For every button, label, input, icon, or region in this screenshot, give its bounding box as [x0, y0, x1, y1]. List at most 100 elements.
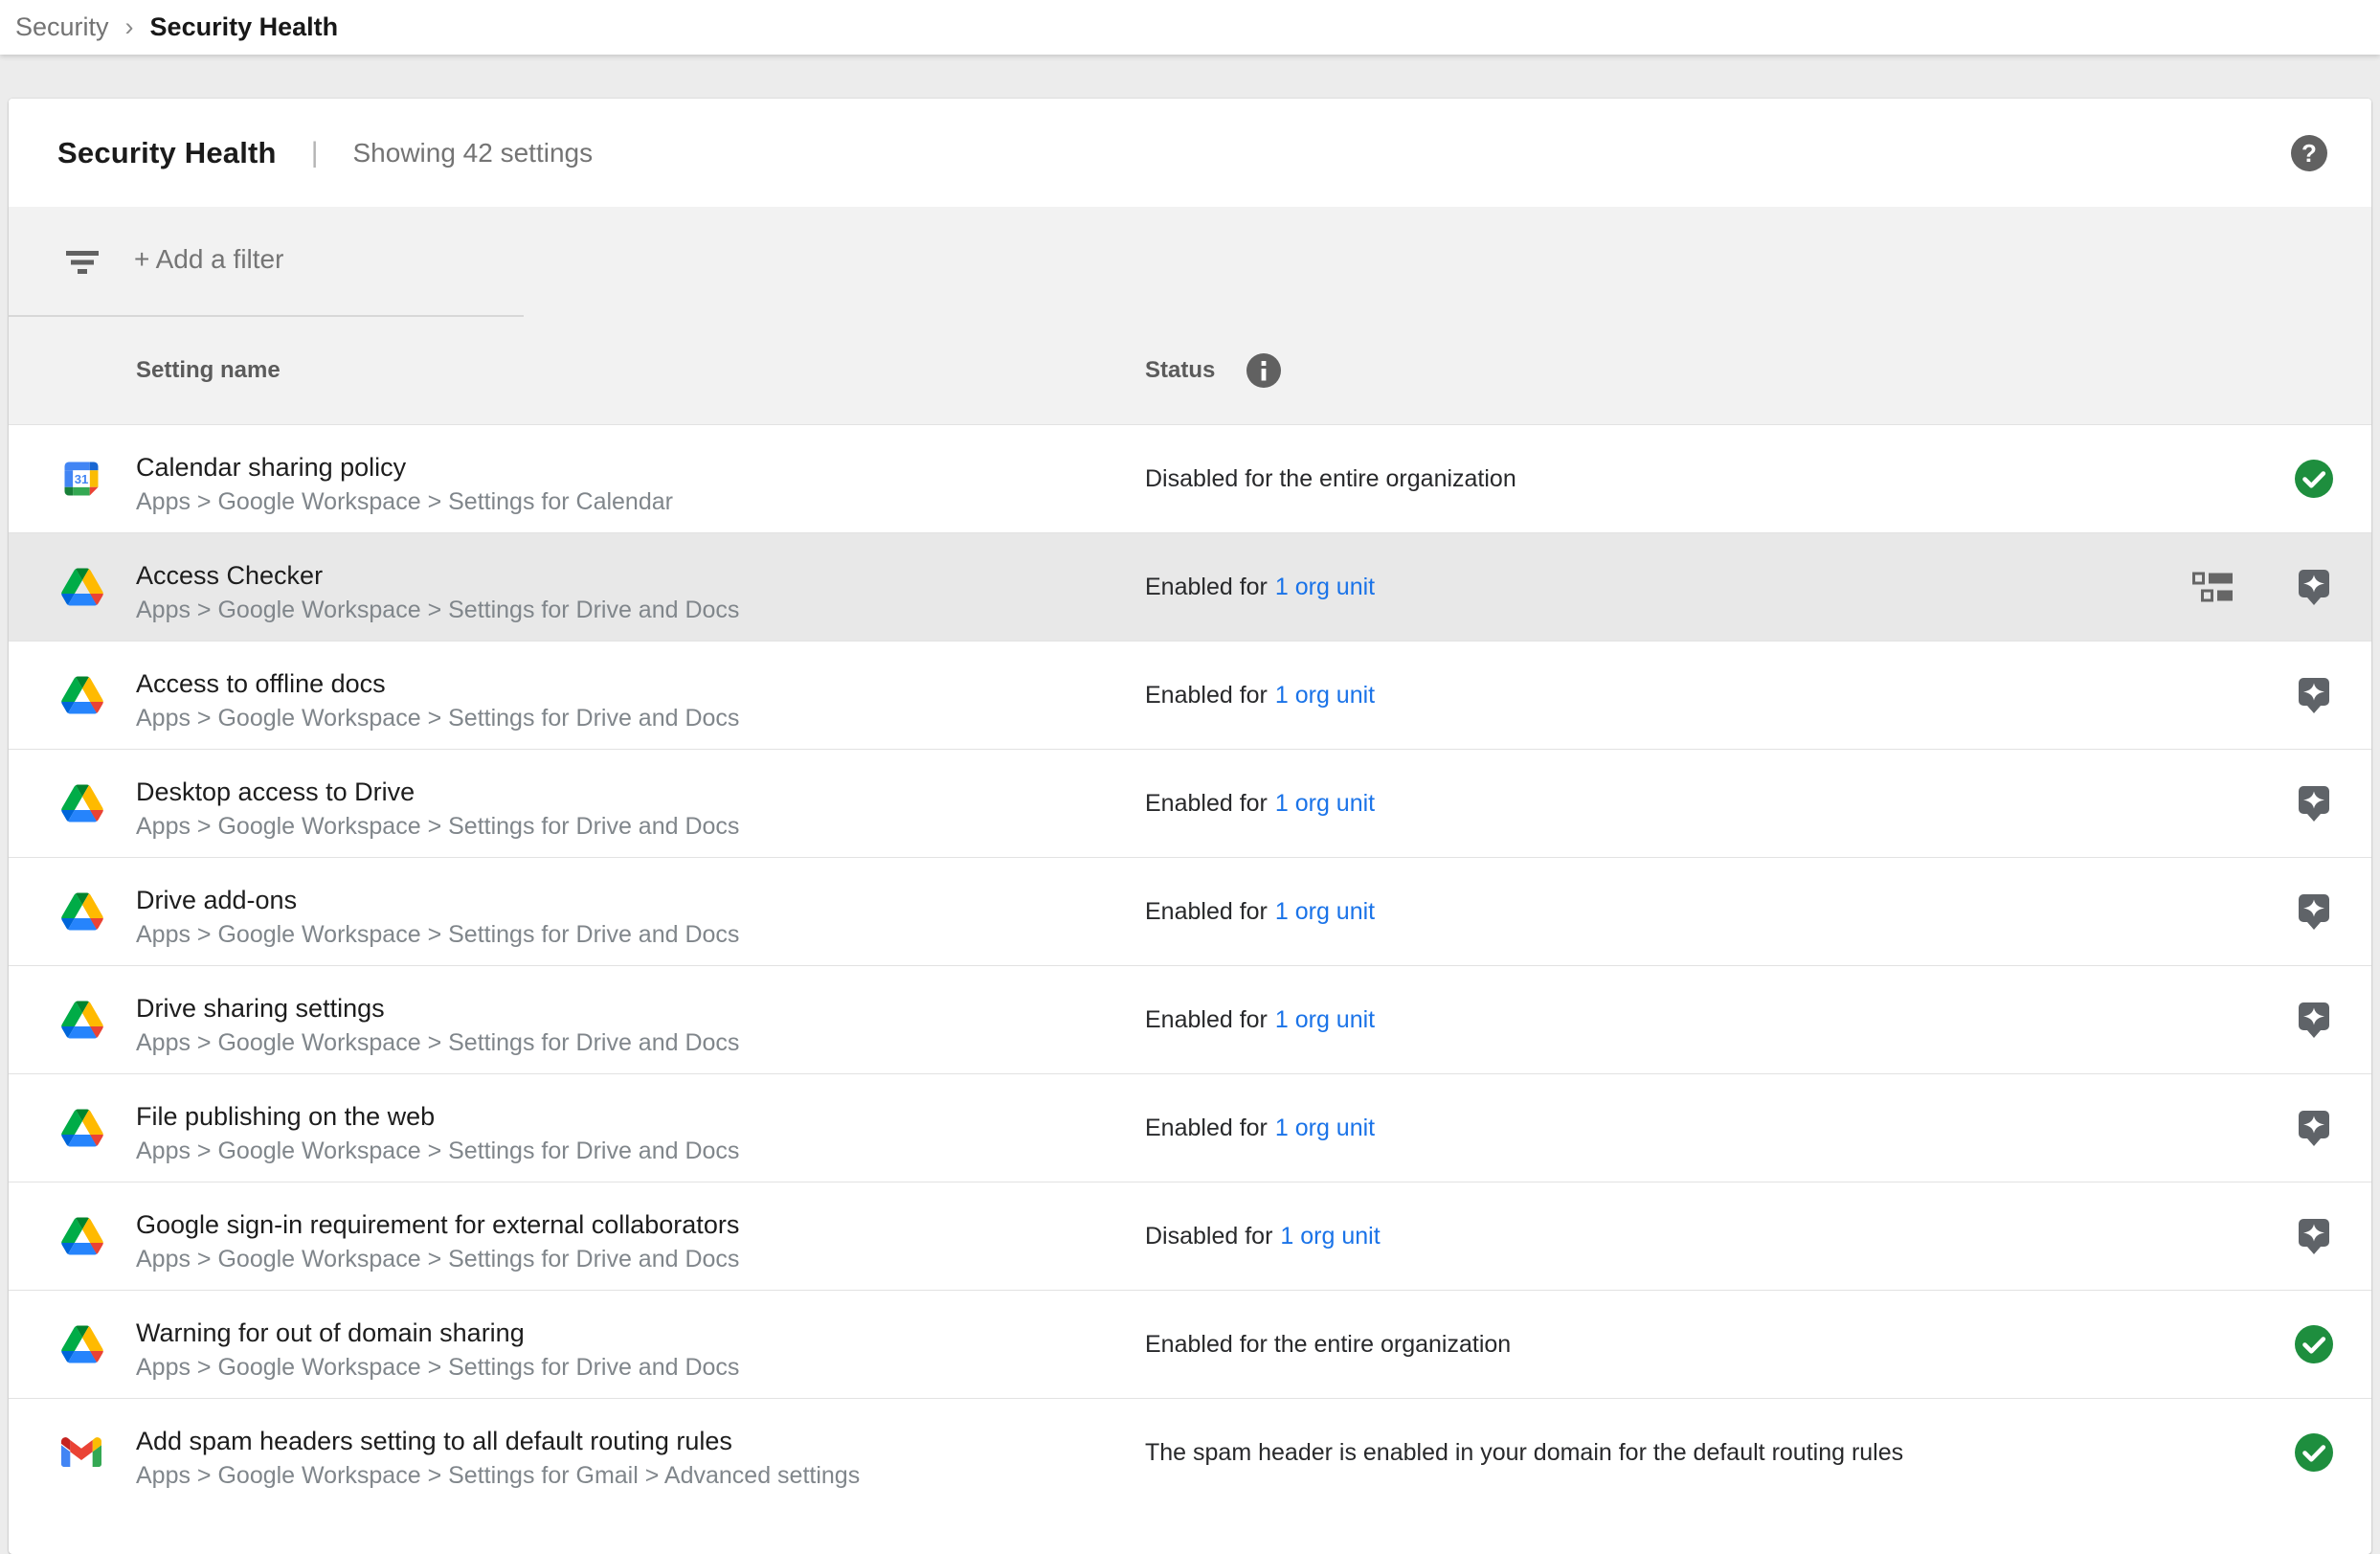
setting-name: Drive sharing settings — [136, 991, 739, 1025]
row-right-icons — [2295, 1074, 2371, 1182]
recommendation-badge-icon[interactable] — [2295, 784, 2333, 822]
status-ok-icon — [2295, 1433, 2333, 1472]
row-right-icons — [2295, 642, 2371, 749]
google-drive-icon — [61, 1002, 103, 1039]
google-calendar-icon: 31 — [61, 459, 101, 499]
breadcrumb-item-security[interactable]: Security — [15, 12, 109, 42]
svg-text:?: ? — [2301, 139, 2317, 168]
breadcrumb: Security › Security Health — [0, 0, 2380, 55]
row-right-icons — [2191, 533, 2371, 641]
google-drive-icon — [61, 1002, 103, 1039]
row-right-icons — [2295, 750, 2371, 857]
google-drive-icon — [61, 893, 103, 931]
google-drive-icon — [61, 1218, 103, 1255]
status-cell: Enabled for 1 org unit — [1145, 533, 1375, 641]
setting-name-cell: Desktop access to Drive Apps > Google Wo… — [136, 775, 739, 844]
setting-row[interactable]: Google sign-in requirement for external … — [9, 1182, 2371, 1290]
recommendation-badge-icon[interactable] — [2295, 676, 2333, 714]
org-unit-link[interactable]: 1 org unit — [1275, 682, 1375, 709]
org-unit-link[interactable]: 1 org unit — [1275, 1006, 1375, 1034]
recommendation-badge-icon[interactable] — [2295, 892, 2333, 931]
help-button[interactable]: ? — [2291, 135, 2327, 171]
org-unit-link[interactable]: 1 org unit — [1275, 898, 1375, 926]
setting-row[interactable]: Desktop access to Drive Apps > Google Wo… — [9, 749, 2371, 857]
setting-path: Apps > Google Workspace > Settings for D… — [136, 593, 739, 627]
setting-row[interactable]: Drive sharing settings Apps > Google Wor… — [9, 965, 2371, 1073]
setting-name: Add spam headers setting to all default … — [136, 1424, 860, 1458]
org-units-icon — [2191, 570, 2235, 604]
status-cell: Disabled for the entire organization — [1145, 425, 1516, 532]
setting-name: Calendar sharing policy — [136, 450, 673, 484]
row-right-icons — [2295, 1399, 2371, 1506]
add-filter-input[interactable]: + Add a filter — [134, 244, 283, 275]
status-ok-icon — [2295, 1325, 2333, 1363]
setting-row[interactable]: Drive add-ons Apps > Google Workspace > … — [9, 857, 2371, 965]
table-header: Setting name Status — [9, 317, 2371, 424]
row-right-icons — [2295, 1291, 2371, 1398]
org-unit-link[interactable]: 1 org unit — [1275, 574, 1375, 601]
status-text: Enabled for — [1145, 1006, 1268, 1034]
row-right-icons — [2295, 858, 2371, 965]
setting-path: Apps > Google Workspace > Settings for D… — [136, 701, 739, 735]
status-cell: Disabled for 1 org unit — [1145, 1182, 1381, 1290]
breadcrumb-item-security-health: Security Health — [150, 12, 339, 42]
recommendation-badge-icon[interactable] — [2295, 568, 2333, 606]
row-right-icons — [2295, 1182, 2371, 1290]
status-text: Enabled for — [1145, 1115, 1268, 1142]
filter-bar[interactable]: + Add a filter — [9, 207, 2371, 317]
google-calendar-icon: 31 — [61, 459, 101, 499]
row-right-icons — [2295, 966, 2371, 1073]
setting-row[interactable]: Access Checker Apps > Google Workspace >… — [9, 532, 2371, 641]
recommendation-badge-icon[interactable] — [2295, 1109, 2333, 1147]
setting-row[interactable]: Warning for out of domain sharing Apps >… — [9, 1290, 2371, 1398]
setting-row[interactable]: Add spam headers setting to all default … — [9, 1398, 2371, 1506]
svg-text:31: 31 — [75, 472, 89, 486]
column-header-status: Status — [1145, 357, 1215, 384]
status-ok-icon — [2295, 460, 2333, 498]
setting-name-cell: Drive sharing settings Apps > Google Wor… — [136, 991, 739, 1060]
setting-name: Drive add-ons — [136, 883, 739, 917]
setting-name: Access to offline docs — [136, 666, 739, 701]
setting-row[interactable]: File publishing on the web Apps > Google… — [9, 1073, 2371, 1182]
filter-icon — [63, 249, 101, 276]
setting-path: Apps > Google Workspace > Settings for D… — [136, 917, 739, 952]
status-text: Enabled for — [1145, 574, 1268, 601]
gmail-icon — [61, 1437, 101, 1468]
google-drive-icon — [61, 677, 103, 714]
status-text: Disabled for the entire organization — [1145, 465, 1516, 493]
status-cell: Enabled for1 org unit — [1145, 642, 1375, 749]
column-header-setting-name: Setting name — [136, 357, 281, 384]
status-text: The spam header is enabled in your domai… — [1145, 1439, 1903, 1467]
setting-row[interactable]: Access to offline docs Apps > Google Wor… — [9, 641, 2371, 749]
google-drive-icon — [61, 1110, 103, 1147]
setting-name-cell: Drive add-ons Apps > Google Workspace > … — [136, 883, 739, 952]
setting-row[interactable]: 31 Calendar sharing policy Apps > Google… — [9, 424, 2371, 532]
setting-name: File publishing on the web — [136, 1099, 739, 1134]
setting-name-cell: File publishing on the web Apps > Google… — [136, 1099, 739, 1168]
setting-name: Access Checker — [136, 558, 739, 593]
status-cell: Enabled for the entire organization — [1145, 1291, 1511, 1398]
card-header: Security Health | Showing 42 settings ? — [9, 99, 2371, 207]
status-text: Disabled for — [1145, 1223, 1272, 1250]
security-health-card: Security Health | Showing 42 settings ? … — [9, 99, 2371, 1554]
status-text: Enabled for the entire organization — [1145, 1331, 1511, 1359]
status-cell: Enabled for1 org unit — [1145, 966, 1375, 1073]
google-drive-icon — [61, 1326, 103, 1363]
settings-table-body: 31 Calendar sharing policy Apps > Google… — [9, 424, 2371, 1506]
setting-name: Desktop access to Drive — [136, 775, 739, 809]
title-separator: | — [311, 137, 319, 169]
chevron-right-icon: › — [125, 12, 134, 42]
org-unit-link[interactable]: 1 org unit — [1280, 1223, 1380, 1250]
google-drive-icon — [61, 785, 103, 822]
status-info-icon[interactable] — [1246, 353, 1281, 388]
setting-path: Apps > Google Workspace > Settings for C… — [136, 484, 673, 519]
status-cell: Enabled for 1 org unit — [1145, 1074, 1375, 1182]
setting-name: Google sign-in requirement for external … — [136, 1207, 739, 1242]
gmail-icon — [61, 1437, 101, 1468]
org-unit-link[interactable]: 1 org unit — [1275, 1115, 1375, 1142]
recommendation-badge-icon[interactable] — [2295, 1001, 2333, 1039]
setting-name: Warning for out of domain sharing — [136, 1316, 739, 1350]
org-unit-link[interactable]: 1 org unit — [1275, 790, 1375, 818]
recommendation-badge-icon[interactable] — [2295, 1217, 2333, 1255]
page-title: Security Health — [57, 136, 277, 170]
